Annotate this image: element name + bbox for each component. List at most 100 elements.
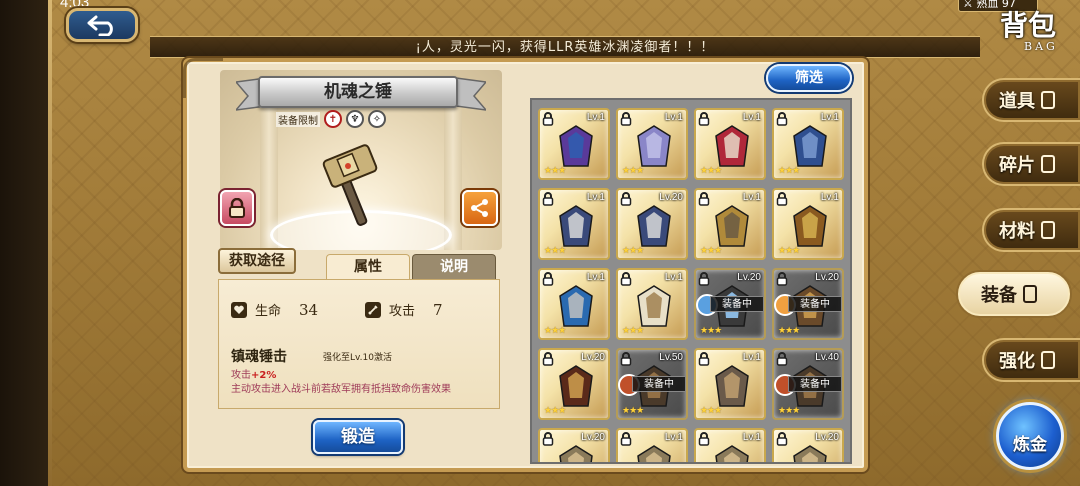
stat-hp: 生命 34 [231, 300, 318, 319]
side-tab-3[interactable]: 材料 [982, 208, 1080, 252]
stat-hp-label: 生命 [255, 304, 282, 319]
inventory-item[interactable]: Lv.1★★★ [616, 108, 688, 180]
sword-icon [365, 301, 381, 318]
rarity-stars: ★★★ [544, 326, 566, 336]
stats-panel: 生命 34 攻击 7 镇魂锤击 强化至Lv.10激活 攻击+2% 主动攻击进入战… [218, 279, 500, 409]
filter-button[interactable]: 筛选 [766, 64, 852, 92]
inventory-item[interactable]: Lv.20 装备中 ★★★ [772, 268, 844, 340]
side-tab-1[interactable]: 道具 [982, 78, 1080, 122]
helm-icon [637, 445, 671, 462]
inventory-item[interactable]: Lv.20★★★ [616, 188, 688, 260]
side-tab-4[interactable]: 装备 [958, 272, 1070, 316]
ring-icon [559, 365, 593, 407]
inventory-item[interactable]: Lv.1★★★ [694, 348, 766, 420]
inventory-item[interactable]: Lv.1★★★ [772, 188, 844, 260]
heart-icon [231, 301, 247, 318]
side-tab-icon [1041, 221, 1055, 239]
stat-attack-label: 攻击 [389, 304, 416, 319]
equip-limit-label: 装备限制 [276, 111, 320, 127]
rarity-stars: ★★★ [622, 326, 644, 336]
side-tab-label: 道具 [999, 91, 1035, 112]
lock-button[interactable] [220, 190, 254, 226]
inventory-item[interactable]: Lv.20★★★ [772, 428, 844, 462]
share-button[interactable] [462, 190, 498, 226]
rarity-stars: ★★★ [622, 406, 644, 416]
robe-lilac-icon [637, 125, 671, 167]
inventory-grid: Lv.1 ★★★ Lv.1 ★★★ Lv.1 ★★★ Lv.1 ★★★ Lv.1 ★★★ Lv.20… [538, 108, 844, 462]
rarity-stars: ★★★ [778, 166, 800, 176]
side-tab-label: 强化 [999, 351, 1035, 372]
side-tab-icon [1041, 351, 1055, 369]
warrior-class-icon: ✝ [324, 110, 342, 128]
bag-title: 背包 [1000, 9, 1057, 42]
rarity-stars: ★★★ [544, 246, 566, 256]
acquire-route-button[interactable]: 获取途径 [218, 248, 296, 274]
inventory-item[interactable]: Lv.20★★★ [538, 348, 610, 420]
rarity-stars: ★★★ [544, 406, 566, 416]
rarity-stars: ★★★ [778, 406, 800, 416]
rarity-stars: ★★★ [700, 406, 722, 416]
spear-icon [559, 285, 593, 327]
inventory-item[interactable]: Lv.1★★★ [694, 428, 766, 462]
tab-attributes[interactable]: 属性 [326, 254, 410, 280]
inventory-item[interactable]: Lv.20★★★ [538, 428, 610, 462]
side-tab-icon [1023, 285, 1037, 303]
side-tab-label: 装备 [981, 285, 1017, 306]
helm-icon [559, 445, 593, 462]
inventory-item[interactable]: Lv.50 装备中 ★★★ [616, 348, 688, 420]
tab-description[interactable]: 说明 [412, 254, 496, 280]
rarity-stars: ★★★ [622, 166, 644, 176]
equip-limit: 装备限制 ✝ ♆ ✧ [276, 110, 386, 128]
inventory-item[interactable]: Lv.1★★★ [772, 108, 844, 180]
hammer-icon [322, 144, 378, 226]
bow-icon [637, 285, 671, 327]
side-tab-2[interactable]: 碎片 [982, 142, 1080, 186]
stat-hp-value: 34 [299, 300, 319, 319]
inventory-item[interactable]: Lv.1★★★ [616, 268, 688, 340]
armor-wing-icon [559, 205, 593, 247]
knight-class-icon: ♆ [346, 110, 364, 128]
helm-icon [793, 445, 827, 462]
equipped-tag: 装备中 [788, 296, 842, 312]
rarity-stars: ★★★ [700, 166, 722, 176]
inventory-item[interactable]: Lv.1★★★ [616, 428, 688, 462]
inventory-item[interactable]: Lv.40 装备中 ★★★ [772, 348, 844, 420]
stat-attack-value: 7 [433, 300, 443, 319]
inventory-item[interactable]: Lv.1★★★ [694, 108, 766, 180]
robe-purple-icon [559, 125, 593, 167]
side-tab-label: 碎片 [999, 155, 1035, 176]
hammer-icon [715, 205, 749, 247]
inventory-item[interactable]: Lv.1★★★ [538, 268, 610, 340]
skill-name: 镇魂锤击 [231, 349, 287, 365]
inventory-item[interactable]: Lv.1★★★ [538, 108, 610, 180]
gauntlet-icon [715, 365, 749, 407]
panel-corner-ornament [183, 58, 223, 98]
skill-bonus: 攻击+2% [231, 366, 276, 381]
padlock-icon [229, 198, 245, 218]
inventory-item[interactable]: Lv.1★★★ [694, 188, 766, 260]
rarity-stars: ★★★ [778, 326, 800, 336]
back-arrow-icon [87, 15, 113, 36]
left-frame-border [48, 0, 52, 486]
helm-icon [715, 445, 749, 462]
inventory-grid-container[interactable]: Lv.1 ★★★ Lv.1 ★★★ Lv.1 ★★★ Lv.1 ★★★ Lv.1 ★★★ Lv.20… [530, 98, 852, 464]
armor-wing-icon [637, 205, 671, 247]
equipped-tag: 装备中 [632, 376, 686, 392]
inventory-item[interactable]: Lv.20 装备中 ★★★ [694, 268, 766, 340]
side-tab-5[interactable]: 强化 [982, 338, 1080, 382]
equipped-tag: 装备中 [710, 296, 764, 312]
inventory-item[interactable]: Lv.1★★★ [538, 188, 610, 260]
skill-description: 主动攻击进入战斗前若敌军拥有抵挡致命伤害效果 [231, 384, 451, 395]
rarity-stars: ★★★ [544, 166, 566, 176]
side-tab-label: 材料 [999, 221, 1035, 242]
robe-red-icon [715, 125, 749, 167]
rarity-stars: ★★★ [778, 246, 800, 256]
alchemy-button[interactable]: 炼金 [996, 402, 1064, 470]
back-button[interactable] [66, 8, 138, 42]
announcement-banner: ¡人，灵光一闪，获得LLR英雄冰渊凌御者！！！ [150, 36, 980, 58]
cleric-class-icon: ✧ [368, 110, 386, 128]
rarity-stars: ★★★ [700, 326, 722, 336]
forge-button[interactable]: 锻造 [313, 420, 403, 454]
rarity-stars: ★★★ [700, 246, 722, 256]
armor-blue-icon [793, 125, 827, 167]
